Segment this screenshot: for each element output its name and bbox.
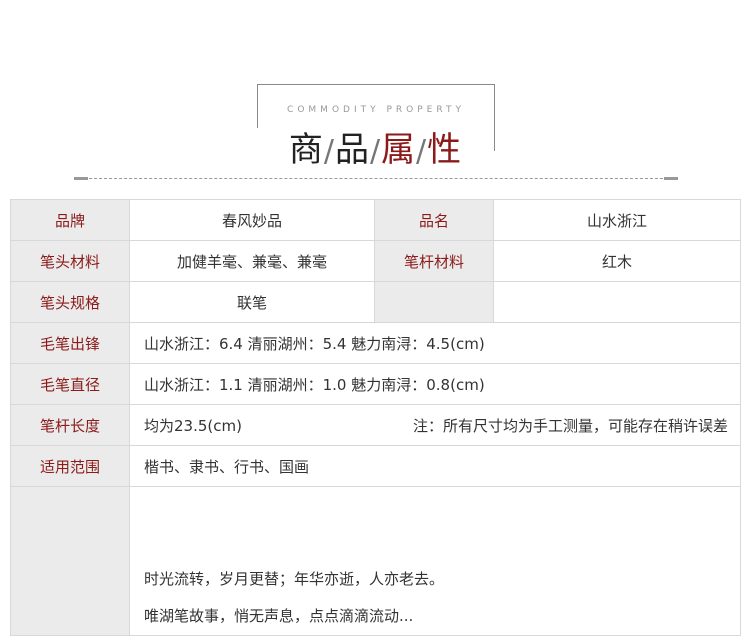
title-char-1: 商 xyxy=(288,130,323,170)
title-separator: / xyxy=(369,134,381,169)
title-char-3: 属 xyxy=(381,130,416,170)
value-shaft-length-cell: 均为23.5(cm) 注：所有尺寸均为手工测量，可能存在稍许误差 xyxy=(130,405,741,445)
value-usage: 楷书、隶书、行书、国画 xyxy=(130,446,741,486)
label-tip-material: 笔头材料 xyxy=(11,241,130,281)
title-char-4: 性 xyxy=(427,130,462,170)
label-diameter: 毛笔直径 xyxy=(11,364,130,404)
property-table: 品牌 春风妙品 品名 山水浙江 笔头材料 加健羊毫、兼毫、兼毫 笔杆材料 红木 … xyxy=(10,199,741,636)
story-label-empty xyxy=(11,487,130,635)
table-row-shaft-length: 笔杆长度 均为23.5(cm) 注：所有尺寸均为手工测量，可能存在稍许误差 xyxy=(11,405,741,446)
value-product-name: 山水浙江 xyxy=(494,200,741,240)
table-row-tip-length: 毛笔出锋 山水浙江：6.4 清丽湖州：5.4 魅力南浔：4.5(cm) xyxy=(11,323,741,364)
table-row-usage: 适用范围 楷书、隶书、行书、国画 xyxy=(11,446,741,487)
story-line-2: 唯湖笔故事，悄无声息，点点滴滴流动... xyxy=(144,607,414,625)
table-row-material: 笔头材料 加健羊毫、兼毫、兼毫 笔杆材料 红木 xyxy=(11,241,741,282)
value-shaft-length: 均为23.5(cm) xyxy=(144,416,242,435)
dashed-divider xyxy=(74,178,678,179)
value-brand: 春风妙品 xyxy=(130,200,375,240)
value-tip-length: 山水浙江：6.4 清丽湖州：5.4 魅力南浔：4.5(cm) xyxy=(130,323,741,363)
title-separator: / xyxy=(323,134,334,169)
label-empty xyxy=(375,282,494,322)
label-shaft-material: 笔杆材料 xyxy=(375,241,494,281)
label-tip-length: 毛笔出锋 xyxy=(11,323,130,363)
page-title: 商/品/属/性 xyxy=(257,128,493,172)
header-subtitle: COMMODITY PROPERTY xyxy=(287,105,465,115)
label-shaft-length: 笔杆长度 xyxy=(11,405,130,445)
label-brand: 品牌 xyxy=(11,200,130,240)
value-tip-spec: 联笔 xyxy=(130,282,375,322)
section-header: COMMODITY PROPERTY 商/品/属/性 xyxy=(0,0,750,200)
value-diameter: 山水浙江：1.1 清丽湖州：1.0 魅力南浔：0.8(cm) xyxy=(130,364,741,404)
measurement-note: 注：所有尺寸均为手工测量，可能存在稍许误差 xyxy=(412,416,728,435)
divider-cap-right xyxy=(664,177,678,180)
value-tip-material: 加健羊毫、兼毫、兼毫 xyxy=(130,241,375,281)
title-char-2: 品 xyxy=(334,130,369,170)
table-row-diameter: 毛笔直径 山水浙江：1.1 清丽湖州：1.0 魅力南浔：0.8(cm) xyxy=(11,364,741,405)
table-row-brand: 品牌 春风妙品 品名 山水浙江 xyxy=(11,200,741,241)
table-row-spec: 笔头规格 联笔 xyxy=(11,282,741,323)
story-line-1: 时光流转，岁月更替；年华亦逝，人亦老去。 xyxy=(144,570,445,588)
value-shaft-material: 红木 xyxy=(494,241,741,281)
story-text: 时光流转，岁月更替；年华亦逝，人亦老去。 唯湖笔故事，悄无声息，点点滴滴流动..… xyxy=(130,487,741,635)
title-separator: / xyxy=(416,134,427,169)
table-row-story: 时光流转，岁月更替；年华亦逝，人亦老去。 唯湖笔故事，悄无声息，点点滴滴流动..… xyxy=(11,487,741,636)
label-product-name: 品名 xyxy=(375,200,494,240)
label-tip-spec: 笔头规格 xyxy=(11,282,130,322)
divider-cap-left xyxy=(74,177,88,180)
value-empty xyxy=(494,282,741,322)
label-usage: 适用范围 xyxy=(11,446,130,486)
